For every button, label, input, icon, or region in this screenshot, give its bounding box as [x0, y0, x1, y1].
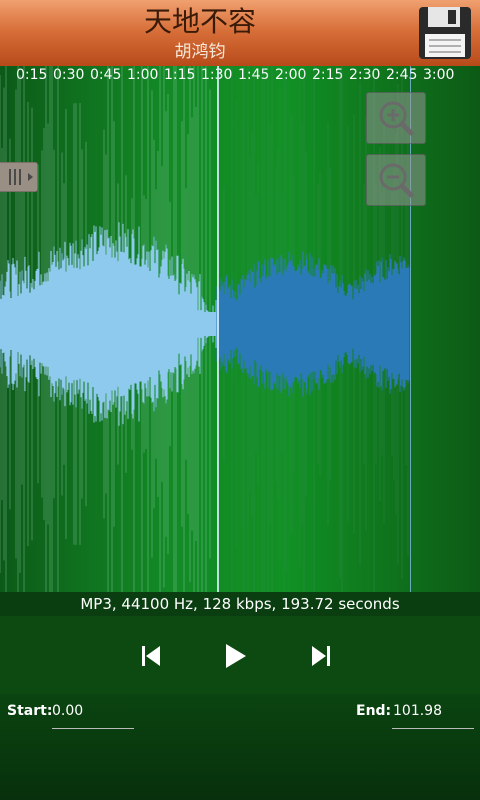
zoom-out-icon: [379, 163, 414, 198]
start-marker-handle[interactable]: [0, 161, 39, 193]
playhead-line: [217, 66, 219, 592]
skip-next-icon: [312, 646, 330, 666]
next-button[interactable]: [304, 638, 340, 674]
save-button[interactable]: [416, 4, 474, 62]
end-field[interactable]: 101.98: [393, 703, 442, 719]
start-label: Start:: [7, 703, 53, 719]
start-field-underline: [52, 728, 134, 729]
waveform-view[interactable]: 0:15 0:30 0:45 1:00 1:15 1:30 1:45 2:00 …: [0, 66, 480, 592]
end-label: End:: [356, 703, 392, 719]
playback-controls: [0, 616, 480, 694]
song-title: 天地不容: [143, 5, 256, 38]
title-header: 天地不容 胡鸿钧: [0, 0, 480, 67]
zoom-in-button[interactable]: [366, 92, 426, 144]
audio-info: MP3, 44100 Hz, 128 kbps, 193.72 seconds: [0, 592, 480, 616]
selection-panel: Start: 0.00 End: 101.98: [0, 694, 480, 800]
skip-previous-icon: [142, 646, 160, 666]
start-marker-icon: [0, 161, 39, 193]
play-icon: [226, 644, 246, 668]
zoom-out-button[interactable]: [366, 154, 426, 206]
end-field-underline: [392, 728, 474, 729]
previous-button[interactable]: [132, 638, 168, 674]
floppy-disk-icon: [419, 7, 471, 59]
play-button[interactable]: [216, 638, 252, 674]
start-field[interactable]: 0.00: [52, 703, 83, 719]
artist-name: 胡鸿钧: [174, 42, 226, 62]
zoom-in-icon: [379, 101, 414, 136]
